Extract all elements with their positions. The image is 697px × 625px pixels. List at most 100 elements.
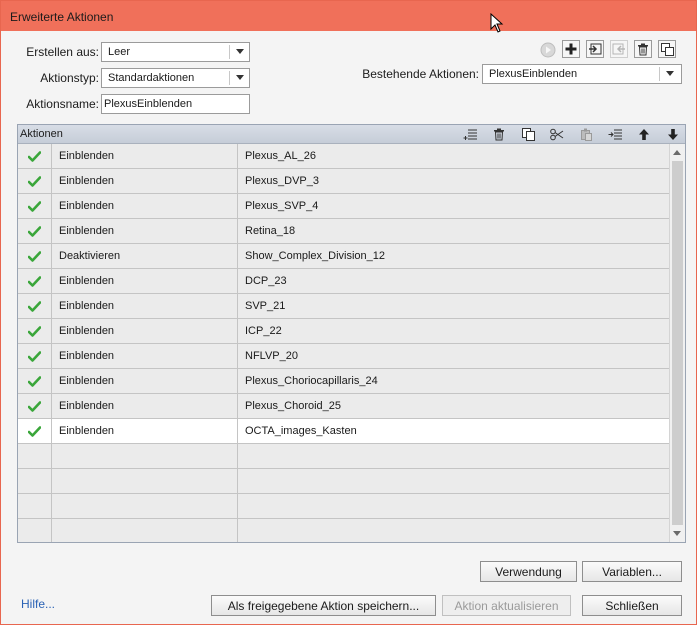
target-cell[interactable]: DCP_23 <box>238 269 669 293</box>
action-name-input[interactable]: PlexusEinblenden <box>101 94 250 114</box>
target-cell[interactable]: NFLVP_20 <box>238 344 669 368</box>
target-cell[interactable] <box>238 519 669 542</box>
table-row[interactable] <box>18 469 669 494</box>
table-row[interactable]: Einblenden Retina_18 <box>18 219 669 244</box>
existing-actions-dropdown[interactable]: PlexusEinblenden <box>482 64 682 84</box>
table-row[interactable] <box>18 519 669 542</box>
existing-actions-label: Bestehende Aktionen: <box>362 67 479 81</box>
action-cell[interactable]: Deaktivieren <box>52 244 238 268</box>
action-cell[interactable] <box>52 444 238 468</box>
duplicate-action-button[interactable] <box>658 40 676 58</box>
target-cell[interactable]: Retina_18 <box>238 219 669 243</box>
scroll-up-arrow-icon[interactable] <box>673 150 681 155</box>
table-row[interactable]: Einblenden OCTA_images_Kasten <box>18 419 669 444</box>
row-checkbox-cell[interactable] <box>18 469 52 493</box>
table-row[interactable]: Einblenden DCP_23 <box>18 269 669 294</box>
delete-action-button[interactable] <box>634 40 652 58</box>
scroll-down-arrow-icon[interactable] <box>673 531 681 536</box>
table-row[interactable]: Deaktivieren Show_Complex_Division_12 <box>18 244 669 269</box>
save-shared-action-button[interactable]: Als freigegebene Aktion speichern... <box>211 595 436 616</box>
action-cell[interactable]: Einblenden <box>52 219 238 243</box>
target-cell[interactable]: SVP_21 <box>238 294 669 318</box>
existing-actions-value: PlexusEinblenden <box>489 68 578 80</box>
cut-icon[interactable] <box>549 127 565 142</box>
action-cell[interactable]: Einblenden <box>52 394 238 418</box>
help-link[interactable]: Hilfe... <box>21 597 55 611</box>
table-row[interactable]: Einblenden Plexus_Choriocapillaris_24 <box>18 369 669 394</box>
table-row[interactable]: Einblenden Plexus_AL_26 <box>18 144 669 169</box>
table-row[interactable] <box>18 444 669 469</box>
table-row[interactable]: Einblenden Plexus_SVP_4 <box>18 194 669 219</box>
action-cell[interactable] <box>52 469 238 493</box>
target-cell[interactable] <box>238 469 669 493</box>
target-cell[interactable]: Plexus_DVP_3 <box>238 169 669 193</box>
target-cell[interactable] <box>238 494 669 518</box>
row-checkbox-cell[interactable] <box>18 169 52 193</box>
import-action-button[interactable] <box>586 40 604 58</box>
row-checkbox-cell[interactable] <box>18 144 52 168</box>
paste-icon[interactable] <box>578 127 594 142</box>
add-row-icon[interactable] <box>462 127 478 142</box>
checkmark-icon <box>28 225 41 237</box>
copy-icon[interactable] <box>520 127 536 142</box>
row-checkbox-cell[interactable] <box>18 244 52 268</box>
action-cell[interactable]: Einblenden <box>52 169 238 193</box>
target-cell[interactable]: Plexus_SVP_4 <box>238 194 669 218</box>
variables-button[interactable]: Variablen... <box>582 561 682 582</box>
table-row[interactable] <box>18 494 669 519</box>
actions-panel: Aktionen Einblenden Plexus_AL_26 Einblen… <box>17 124 686 543</box>
target-cell[interactable]: OCTA_images_Kasten <box>238 419 669 443</box>
export-action-button[interactable] <box>610 40 628 58</box>
action-cell[interactable]: Einblenden <box>52 319 238 343</box>
table-row[interactable]: Einblenden Plexus_DVP_3 <box>18 169 669 194</box>
target-cell[interactable]: Show_Complex_Division_12 <box>238 244 669 268</box>
row-checkbox-cell[interactable] <box>18 394 52 418</box>
target-cell[interactable] <box>238 444 669 468</box>
target-cell[interactable]: Plexus_Choriocapillaris_24 <box>238 369 669 393</box>
close-button[interactable]: Schließen <box>582 595 682 616</box>
target-cell[interactable]: ICP_22 <box>238 319 669 343</box>
action-cell[interactable]: Einblenden <box>52 269 238 293</box>
preview-button[interactable] <box>539 41 557 59</box>
usage-button-label: Verwendung <box>495 564 562 579</box>
table-row[interactable]: Einblenden NFLVP_20 <box>18 344 669 369</box>
scrollbar-thumb[interactable] <box>672 161 683 525</box>
action-type-dropdown[interactable]: Standardaktionen <box>101 68 250 88</box>
insert-row-icon[interactable] <box>607 127 623 142</box>
action-cell[interactable]: Einblenden <box>52 419 238 443</box>
table-row[interactable]: Einblenden ICP_22 <box>18 319 669 344</box>
create-from-dropdown[interactable]: Leer <box>101 42 250 62</box>
usage-button[interactable]: Verwendung <box>480 561 577 582</box>
table-row[interactable]: Einblenden SVP_21 <box>18 294 669 319</box>
action-cell[interactable]: Einblenden <box>52 144 238 168</box>
target-cell[interactable]: Plexus_AL_26 <box>238 144 669 168</box>
target-cell[interactable]: Plexus_Choroid_25 <box>238 394 669 418</box>
row-checkbox-cell[interactable] <box>18 519 52 542</box>
title-bar[interactable]: Erweiterte Aktionen <box>1 1 696 31</box>
dropdown-separator <box>659 67 660 81</box>
move-up-icon[interactable] <box>636 127 652 142</box>
action-cell[interactable] <box>52 494 238 518</box>
row-checkbox-cell[interactable] <box>18 294 52 318</box>
row-checkbox-cell[interactable] <box>18 219 52 243</box>
move-down-icon[interactable] <box>665 127 681 142</box>
row-checkbox-cell[interactable] <box>18 344 52 368</box>
action-cell[interactable]: Einblenden <box>52 344 238 368</box>
checkmark-icon <box>28 425 41 437</box>
row-checkbox-cell[interactable] <box>18 494 52 518</box>
row-checkbox-cell[interactable] <box>18 369 52 393</box>
action-cell[interactable]: Einblenden <box>52 369 238 393</box>
action-cell[interactable]: Einblenden <box>52 194 238 218</box>
row-checkbox-cell[interactable] <box>18 319 52 343</box>
action-cell[interactable]: Einblenden <box>52 294 238 318</box>
row-checkbox-cell[interactable] <box>18 269 52 293</box>
row-checkbox-cell[interactable] <box>18 419 52 443</box>
update-action-button[interactable]: Aktion aktualisieren <box>442 595 571 616</box>
add-action-button[interactable] <box>562 40 580 58</box>
row-checkbox-cell[interactable] <box>18 194 52 218</box>
table-row[interactable]: Einblenden Plexus_Choroid_25 <box>18 394 669 419</box>
trash-icon[interactable] <box>491 127 507 142</box>
row-checkbox-cell[interactable] <box>18 444 52 468</box>
action-cell[interactable] <box>52 519 238 542</box>
vertical-scrollbar[interactable] <box>669 144 685 542</box>
